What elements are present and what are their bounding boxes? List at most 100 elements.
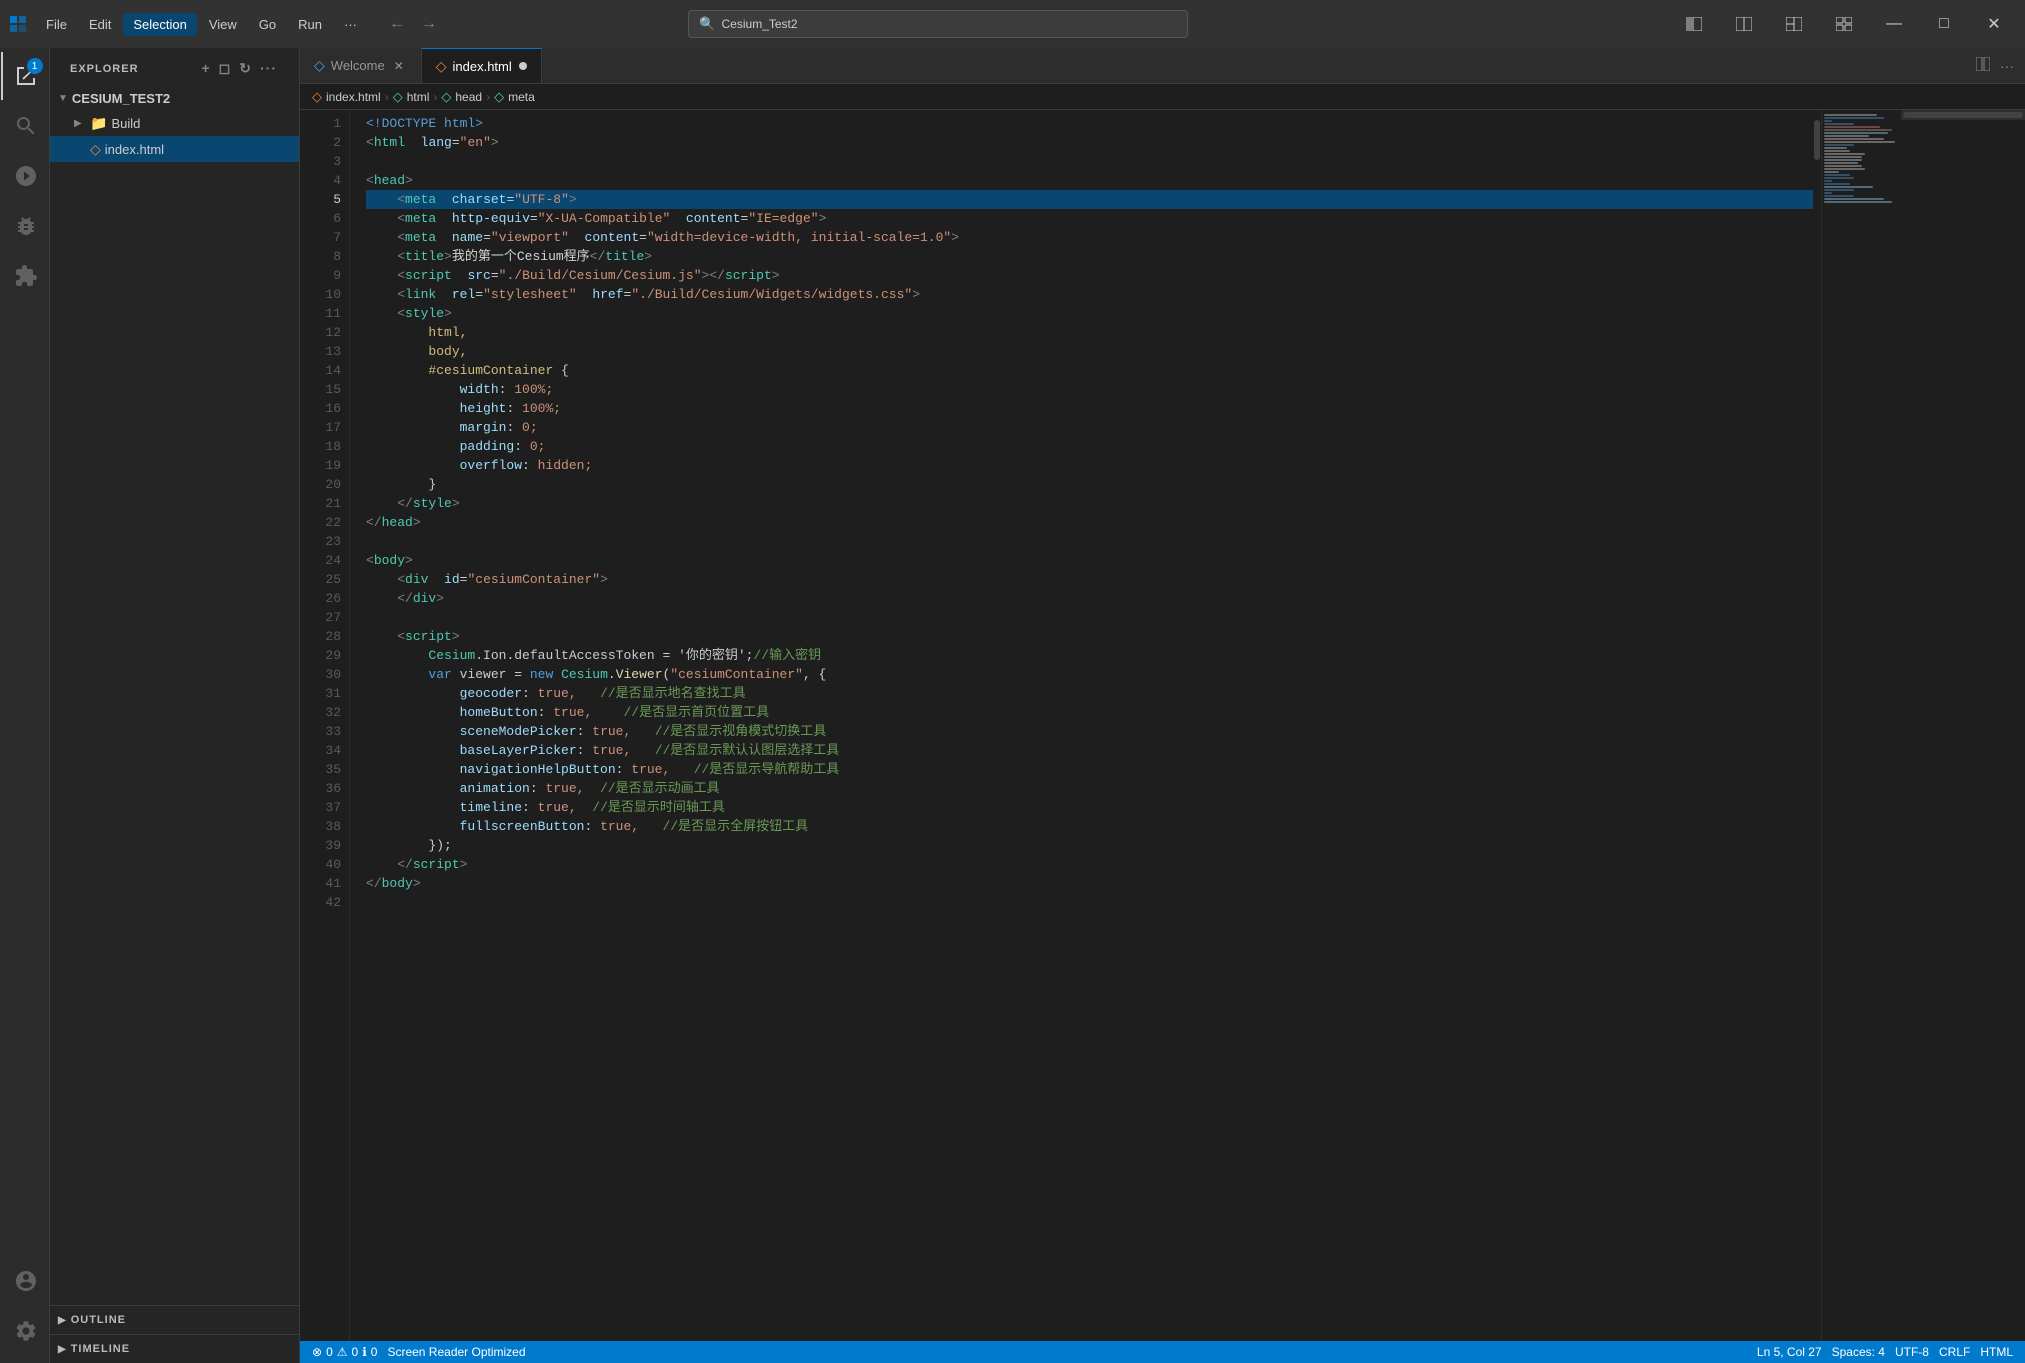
breadcrumb-file[interactable]: index.html [326, 90, 381, 104]
line-numbers: 1234567891011121314151617181920212223242… [300, 110, 350, 1341]
activity-badge: 1 [27, 58, 43, 74]
activity-source-control[interactable] [1, 152, 49, 200]
editor-layout[interactable] [1721, 8, 1767, 40]
status-right: Ln 5, Col 27 Spaces: 4 UTF-8 CRLF HTML [1753, 1345, 2017, 1359]
breadcrumb-meta-icon: ◇ [494, 89, 504, 105]
minimize-btn[interactable]: — [1871, 8, 1917, 40]
maximize-btn[interactable]: □ [1921, 8, 1967, 40]
activity-bar: 1 [0, 48, 50, 1363]
encoding-text: UTF-8 [1895, 1345, 1929, 1359]
activity-run-debug[interactable] [1, 202, 49, 250]
folder-arrow: ▶ [74, 118, 86, 129]
h-scroll-thumb [1903, 112, 2023, 118]
status-encoding[interactable]: UTF-8 [1891, 1345, 1933, 1359]
app-icon [8, 14, 28, 34]
status-spaces[interactable]: Spaces: 4 [1828, 1345, 1889, 1359]
breadcrumb: ◇ index.html › ◇ html › ◇ head › ◇ meta [300, 84, 2025, 110]
more-actions-btn[interactable]: ··· [1997, 55, 2017, 77]
nav-back[interactable]: ← [383, 10, 411, 38]
tab-modified-dot [519, 62, 527, 70]
nav-forward[interactable]: → [415, 10, 443, 38]
breadcrumb-head-icon: ◇ [441, 89, 451, 105]
tree-item-build[interactable]: ▶ 📁 Build [50, 110, 299, 136]
timeline-section: ▶ TIMELINE [50, 1334, 299, 1363]
editor-area[interactable]: 1234567891011121314151617181920212223242… [300, 110, 1901, 1341]
menu-bar: File Edit Selection View Go Run ··· [36, 13, 367, 36]
tab-welcome[interactable]: ◇ Welcome ✕ [300, 48, 422, 83]
activity-account[interactable] [1, 1257, 49, 1305]
main-area: ◇ Welcome ✕ ◇ index.html ··· [300, 48, 2025, 1363]
tab-welcome-label: Welcome [331, 58, 385, 73]
spaces-text: Spaces: 4 [1832, 1345, 1885, 1359]
window-controls: — □ ✕ [1671, 8, 2017, 40]
status-line-ending[interactable]: CRLF [1935, 1345, 1974, 1359]
folder-icon: 📁 [90, 115, 107, 132]
tab-welcome-close[interactable]: ✕ [391, 58, 407, 74]
activity-search[interactable] [1, 102, 49, 150]
code-content[interactable]: <!DOCTYPE html><html lang="en"> <head> <… [350, 110, 1821, 1341]
menu-go[interactable]: Go [249, 13, 286, 36]
project-root[interactable]: ▼ CESIUM_TEST2 [50, 87, 299, 110]
info-count: 0 [371, 1345, 378, 1359]
language-text: HTML [1980, 1345, 2013, 1359]
activity-settings[interactable] [1, 1307, 49, 1355]
breadcrumb-html-icon: ◇ [393, 89, 403, 105]
titlebar: File Edit Selection View Go Run ··· ← → … [0, 0, 2025, 48]
warning-icon: ⚠ [337, 1345, 348, 1359]
minimap-content [1822, 110, 1901, 208]
editor-container: 1234567891011121314151617181920212223242… [300, 110, 2025, 1341]
sidebar-title: EXPLORER [70, 63, 139, 75]
error-icon: ⊗ [312, 1345, 322, 1359]
file-label: index.html [105, 142, 164, 157]
scroll-indicator[interactable] [1813, 110, 1821, 1341]
breadcrumb-file-icon: ◇ [312, 89, 322, 105]
new-folder-btn[interactable]: ◻ [217, 58, 234, 79]
status-left: ⊗ 0 ⚠ 0 ℹ 0 Screen Reader Optimized [308, 1345, 530, 1359]
tab-actions: ··· [1965, 48, 2025, 83]
menu-more[interactable]: ··· [334, 13, 367, 36]
new-file-btn[interactable]: + [199, 58, 212, 79]
statusbar: ⊗ 0 ⚠ 0 ℹ 0 Screen Reader Optimized Ln 5… [300, 1341, 2025, 1363]
horizontal-scrollbar[interactable] [1901, 110, 2025, 120]
menu-edit[interactable]: Edit [79, 13, 121, 36]
activity-explorer[interactable]: 1 [1, 52, 49, 100]
reader-text: Screen Reader Optimized [387, 1345, 525, 1359]
search-text: Cesium_Test2 [722, 17, 798, 31]
menu-selection[interactable]: Selection [123, 13, 196, 36]
editor-layout-2[interactable] [1771, 8, 1817, 40]
timeline-label: TIMELINE [71, 1343, 130, 1355]
info-icon: ℹ [362, 1345, 367, 1359]
outline-header[interactable]: ▶ OUTLINE [50, 1310, 299, 1330]
sidebar-header: EXPLORER + ◻ ↻ ··· [50, 48, 299, 87]
refresh-btn[interactable]: ↻ [237, 58, 254, 79]
search-bar[interactable]: 🔍 Cesium_Test2 [688, 10, 1188, 38]
menu-run[interactable]: Run [288, 13, 332, 36]
close-btn[interactable]: ✕ [1971, 8, 2017, 40]
status-reader[interactable]: Screen Reader Optimized [383, 1345, 529, 1359]
collapse-all-btn[interactable]: ··· [258, 58, 279, 79]
timeline-header[interactable]: ▶ TIMELINE [50, 1339, 299, 1359]
split-editor-btn[interactable] [1973, 54, 1993, 77]
scroll-thumb [1814, 120, 1820, 160]
menu-view[interactable]: View [199, 13, 247, 36]
status-errors[interactable]: ⊗ 0 ⚠ 0 ℹ 0 [308, 1345, 381, 1359]
outline-section: ▶ OUTLINE [50, 1305, 299, 1334]
sidebar-toggle[interactable] [1671, 8, 1717, 40]
menu-file[interactable]: File [36, 13, 77, 36]
outline-arrow: ▶ [58, 1315, 67, 1326]
status-position[interactable]: Ln 5, Col 27 [1753, 1345, 1826, 1359]
status-language[interactable]: HTML [1976, 1345, 2017, 1359]
activity-extensions[interactable] [1, 252, 49, 300]
tab-index[interactable]: ◇ index.html [422, 48, 542, 83]
breadcrumb-html[interactable]: html [407, 90, 430, 104]
minimap [1821, 110, 1901, 1341]
tree-item-index[interactable]: ◇ index.html [50, 136, 299, 162]
position-text: Ln 5, Col 27 [1757, 1345, 1822, 1359]
app-layout: 1 [0, 48, 2025, 1363]
breadcrumb-meta[interactable]: meta [508, 90, 535, 104]
html-file-icon: ◇ [90, 141, 101, 158]
breadcrumb-head[interactable]: head [455, 90, 482, 104]
sidebar-header-actions: + ◻ ↻ ··· [199, 58, 279, 79]
tab-welcome-icon: ◇ [314, 57, 325, 74]
customize-layout[interactable] [1821, 8, 1867, 40]
